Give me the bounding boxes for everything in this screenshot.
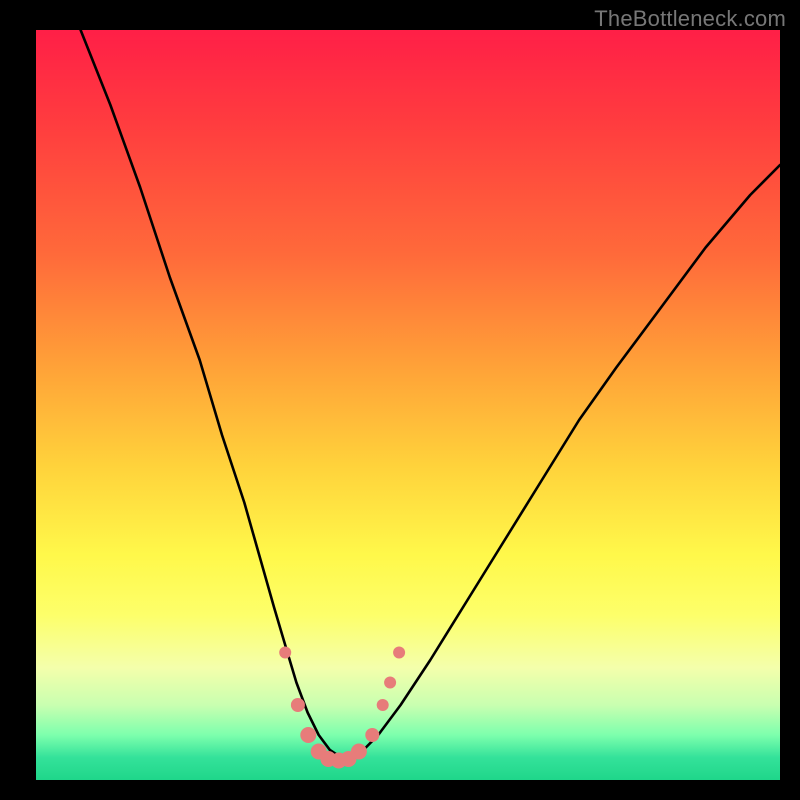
data-marker (291, 698, 305, 712)
watermark-text: TheBottleneck.com (594, 6, 786, 32)
bottleneck-curve (81, 30, 780, 758)
data-marker (377, 699, 389, 711)
curve-group (81, 30, 780, 758)
data-marker (393, 647, 405, 659)
data-marker (300, 727, 316, 743)
chart-svg (36, 30, 780, 780)
chart-frame: TheBottleneck.com (0, 0, 800, 800)
marker-group (279, 647, 405, 769)
data-marker (384, 677, 396, 689)
data-marker (351, 744, 367, 760)
data-marker (279, 647, 291, 659)
data-marker (365, 728, 379, 742)
plot-area (36, 30, 780, 780)
